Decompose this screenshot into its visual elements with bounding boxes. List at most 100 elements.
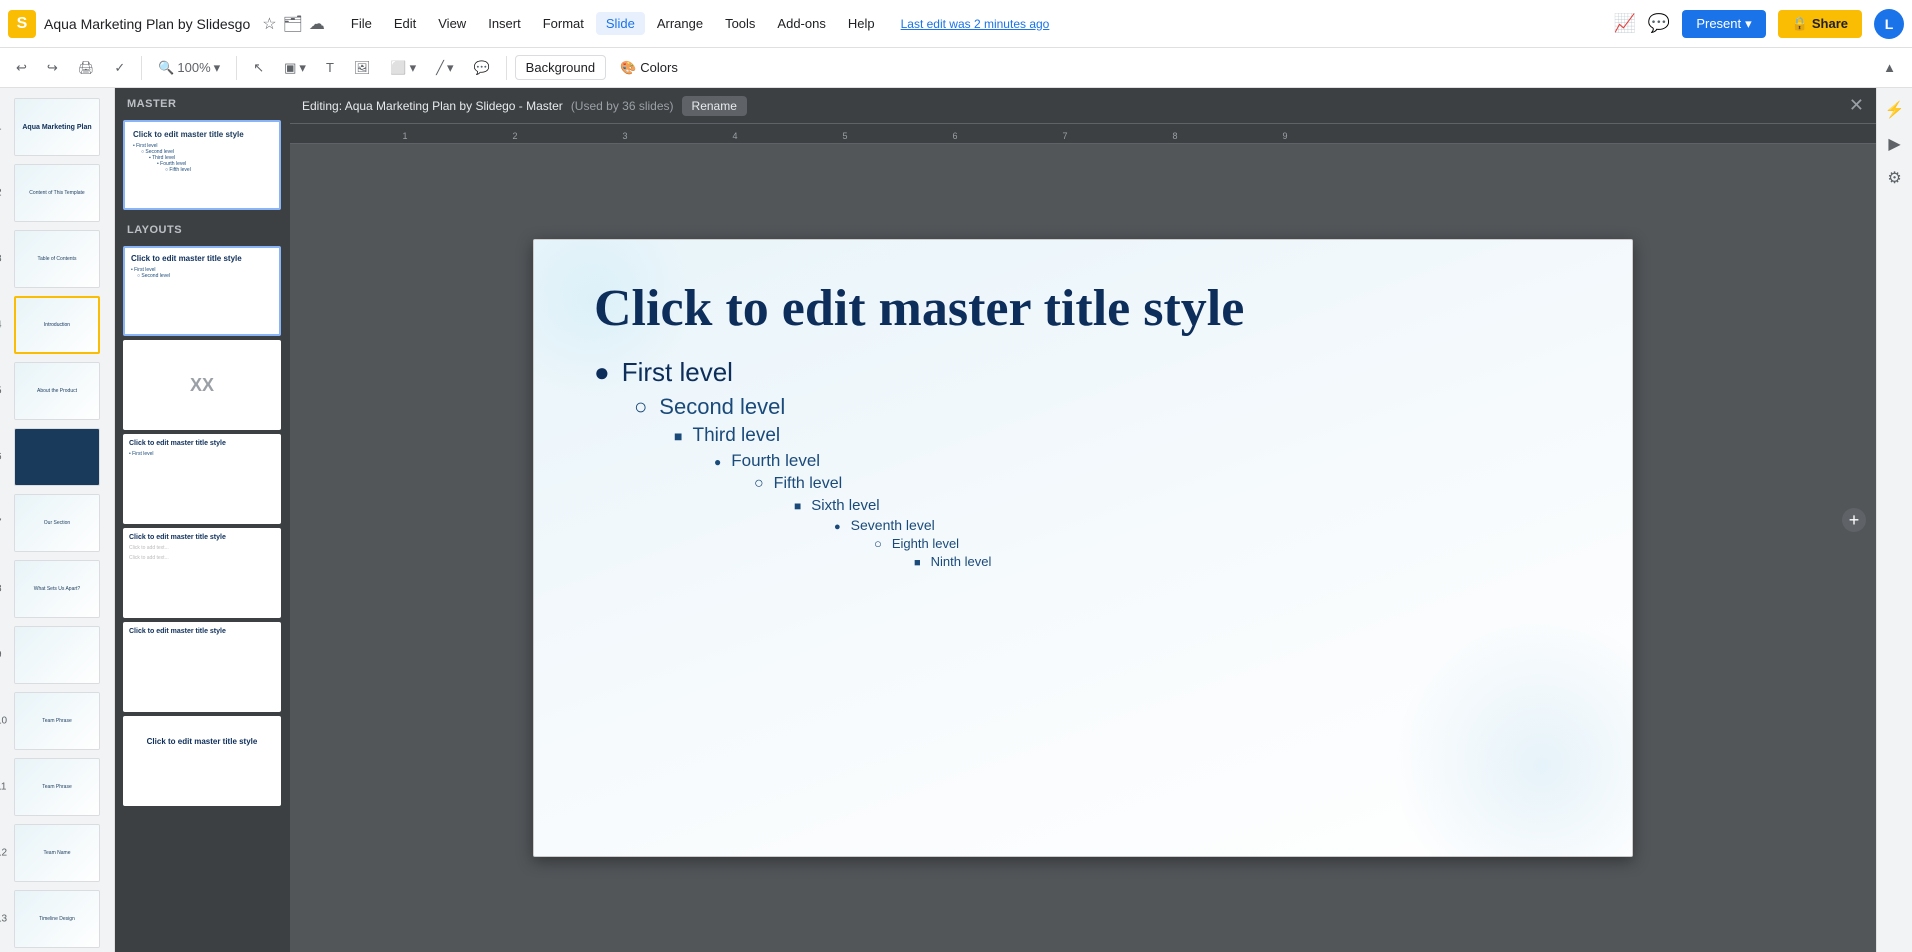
activity-icon[interactable]: 📈 — [1613, 13, 1635, 34]
slide-num-12: 12 — [0, 848, 7, 859]
shapes-icon: ⬜ — [390, 60, 406, 76]
ruler-mark-2: 2 — [460, 131, 570, 141]
slide-canvas[interactable]: Click to edit master title style First l… — [533, 239, 1633, 857]
menu-tools[interactable]: Tools — [715, 12, 765, 35]
bullet-level-6[interactable]: Sixth level — [594, 497, 1572, 514]
rename-button[interactable]: Rename — [682, 96, 747, 116]
share-button[interactable]: 🔒 Share — [1778, 10, 1862, 38]
menu-addons[interactable]: Add-ons — [767, 12, 835, 35]
slide-thumb-13[interactable]: Timeline Design — [14, 890, 100, 948]
layout-button[interactable]: ▣ ▾ — [276, 56, 314, 80]
bullet-level-5[interactable]: Fifth level — [594, 475, 1572, 493]
slide-thumb-11[interactable]: Team Phrase — [14, 758, 100, 816]
slide-row: 6 — [14, 428, 100, 486]
editing-title: Editing: Aqua Marketing Plan by Slidego … — [302, 99, 563, 113]
bullet-level-4[interactable]: Fourth level — [594, 451, 1572, 471]
add-slide-button[interactable]: + — [1842, 508, 1866, 532]
slide-thumb-6[interactable] — [14, 428, 100, 486]
bullet-level-3[interactable]: Third level — [594, 425, 1572, 447]
cursor-tool[interactable]: ↖ — [245, 56, 272, 80]
layout-thumb-3[interactable]: Click to edit master title style • First… — [123, 434, 281, 524]
spellcheck-button[interactable]: ✓ — [106, 56, 133, 80]
comment-icon[interactable]: 💬 — [1648, 13, 1670, 34]
slide-num-8: 8 — [0, 584, 2, 595]
slide-num-13: 13 — [0, 914, 7, 925]
slide-title[interactable]: Click to edit master title style — [594, 280, 1572, 337]
master-thumb-content: Click to edit master title style • First… — [125, 122, 279, 208]
slide-thumb-4[interactable]: Introduction — [14, 296, 100, 354]
slide-thumb-2[interactable]: Content of This Template — [14, 164, 100, 222]
zoom-icon: 🔍 — [158, 60, 174, 76]
slide-row: 7 Our Section — [14, 494, 100, 552]
layout-thumb-6[interactable]: Click to edit master title style — [123, 716, 281, 806]
menu-insert[interactable]: Insert — [478, 12, 531, 35]
canvas-area: Editing: Aqua Marketing Plan by Slidego … — [290, 88, 1876, 952]
present-button[interactable]: Present ▾ — [1682, 10, 1765, 38]
slide-thumb-12[interactable]: Team Name — [14, 824, 100, 882]
toolbar: ↩ ↪ 🖨 ✓ 🔍 100% ▾ ↖ ▣ ▾ T 🖼 ⬜ ▾ ╱ ▾ 💬 Bac… — [0, 48, 1912, 88]
bullet-level-8[interactable]: Eighth level — [594, 536, 1572, 551]
close-master-button[interactable]: ✕ — [1849, 95, 1864, 116]
slide-thumb-5[interactable]: About the Product — [14, 362, 100, 420]
menu-help[interactable]: Help — [838, 12, 885, 35]
avatar[interactable]: L — [1874, 9, 1904, 39]
collapse-toolbar[interactable]: ▲ — [1875, 56, 1904, 79]
line-button[interactable]: ╱ ▾ — [428, 56, 461, 80]
comment-add-icon: 💬 — [473, 60, 489, 76]
bullet-level-1[interactable]: First level — [594, 357, 1572, 388]
slide-row: 1 Aqua Marketing Plan — [14, 98, 100, 156]
bullet-level-9[interactable]: Ninth level — [594, 554, 1572, 569]
cloud-icon[interactable]: ☁ — [309, 14, 325, 34]
slide-thumb-3[interactable]: Table of Contents — [14, 230, 100, 288]
slide-thumb-content-12: Team Name — [15, 825, 99, 881]
slide-thumb-8[interactable]: What Sets Us Apart? — [14, 560, 100, 618]
master-thumb[interactable]: Click to edit master title style • First… — [123, 120, 281, 210]
slide-thumb-10[interactable]: Team Phrase — [14, 692, 100, 750]
last-edit-link[interactable]: Last edit was 2 minutes ago — [901, 17, 1050, 31]
redo-button[interactable]: ↪ — [39, 56, 66, 80]
insert-image[interactable]: 🖼 — [346, 56, 379, 80]
title-icons: ☆ 🗂 ☁ — [262, 14, 325, 34]
shapes-button[interactable]: ⬜ ▾ — [382, 56, 424, 80]
slide-num-10: 10 — [0, 716, 7, 727]
slide-num-4: 4 — [0, 320, 2, 331]
layout-thumb-2[interactable]: XX — [123, 340, 281, 430]
settings-icon[interactable]: ⚙ — [1881, 164, 1909, 192]
slide-row: 11 Team Phrase — [14, 758, 100, 816]
folder-icon[interactable]: 🗂 — [283, 14, 303, 34]
layout-thumb-1[interactable]: Click to edit master title style • First… — [123, 246, 281, 336]
menu-arrange[interactable]: Arrange — [647, 12, 713, 35]
menu-slide[interactable]: Slide — [596, 12, 645, 35]
layout-thumb-content-5: Click to edit master title style — [123, 622, 281, 712]
bullet-list: First level Second level Third level Fou… — [594, 357, 1572, 569]
slide-thumb-content-11: Team Phrase — [15, 759, 99, 815]
slide-thumb-9[interactable] — [14, 626, 100, 684]
slide-thumb-1[interactable]: Aqua Marketing Plan — [14, 98, 100, 156]
background-button[interactable]: Background — [515, 55, 606, 80]
undo-button[interactable]: ↩ — [8, 56, 35, 80]
menu-format[interactable]: Format — [533, 12, 594, 35]
master-section-label: MASTER — [115, 88, 290, 116]
insert-textbox[interactable]: T — [318, 56, 342, 79]
menu-file[interactable]: File — [341, 12, 382, 35]
present-label: Present — [1696, 16, 1741, 31]
layout-thumb-4[interactable]: Click to edit master title style Click t… — [123, 528, 281, 618]
slide-thumb-7[interactable]: Our Section — [14, 494, 100, 552]
menu-edit[interactable]: Edit — [384, 12, 426, 35]
bullet-level-7[interactable]: Seventh level — [594, 517, 1572, 533]
app-bar: S Aqua Marketing Plan by Slidesgo ☆ 🗂 ☁ … — [0, 0, 1912, 48]
slide-thumb-content-6 — [15, 429, 99, 485]
bullet-level-2[interactable]: Second level — [594, 394, 1572, 420]
slideshow-icon[interactable]: ▶ — [1881, 130, 1909, 158]
menu-bar: File Edit View Insert Format Slide Arran… — [341, 12, 885, 35]
layout-thumb-content-3: Click to edit master title style • First… — [123, 434, 281, 524]
explore-icon[interactable]: ⚡ — [1881, 96, 1909, 124]
slide-thumb-content-4: Introduction — [16, 298, 98, 352]
colors-button[interactable]: 🎨 Colors — [610, 56, 688, 80]
layout-thumb-5[interactable]: Click to edit master title style — [123, 622, 281, 712]
zoom-button[interactable]: 🔍 100% ▾ — [150, 56, 228, 80]
star-icon[interactable]: ☆ — [262, 14, 276, 34]
menu-view[interactable]: View — [428, 12, 476, 35]
print-button[interactable]: 🖨 — [70, 56, 103, 80]
comment-button[interactable]: 💬 — [465, 56, 497, 80]
